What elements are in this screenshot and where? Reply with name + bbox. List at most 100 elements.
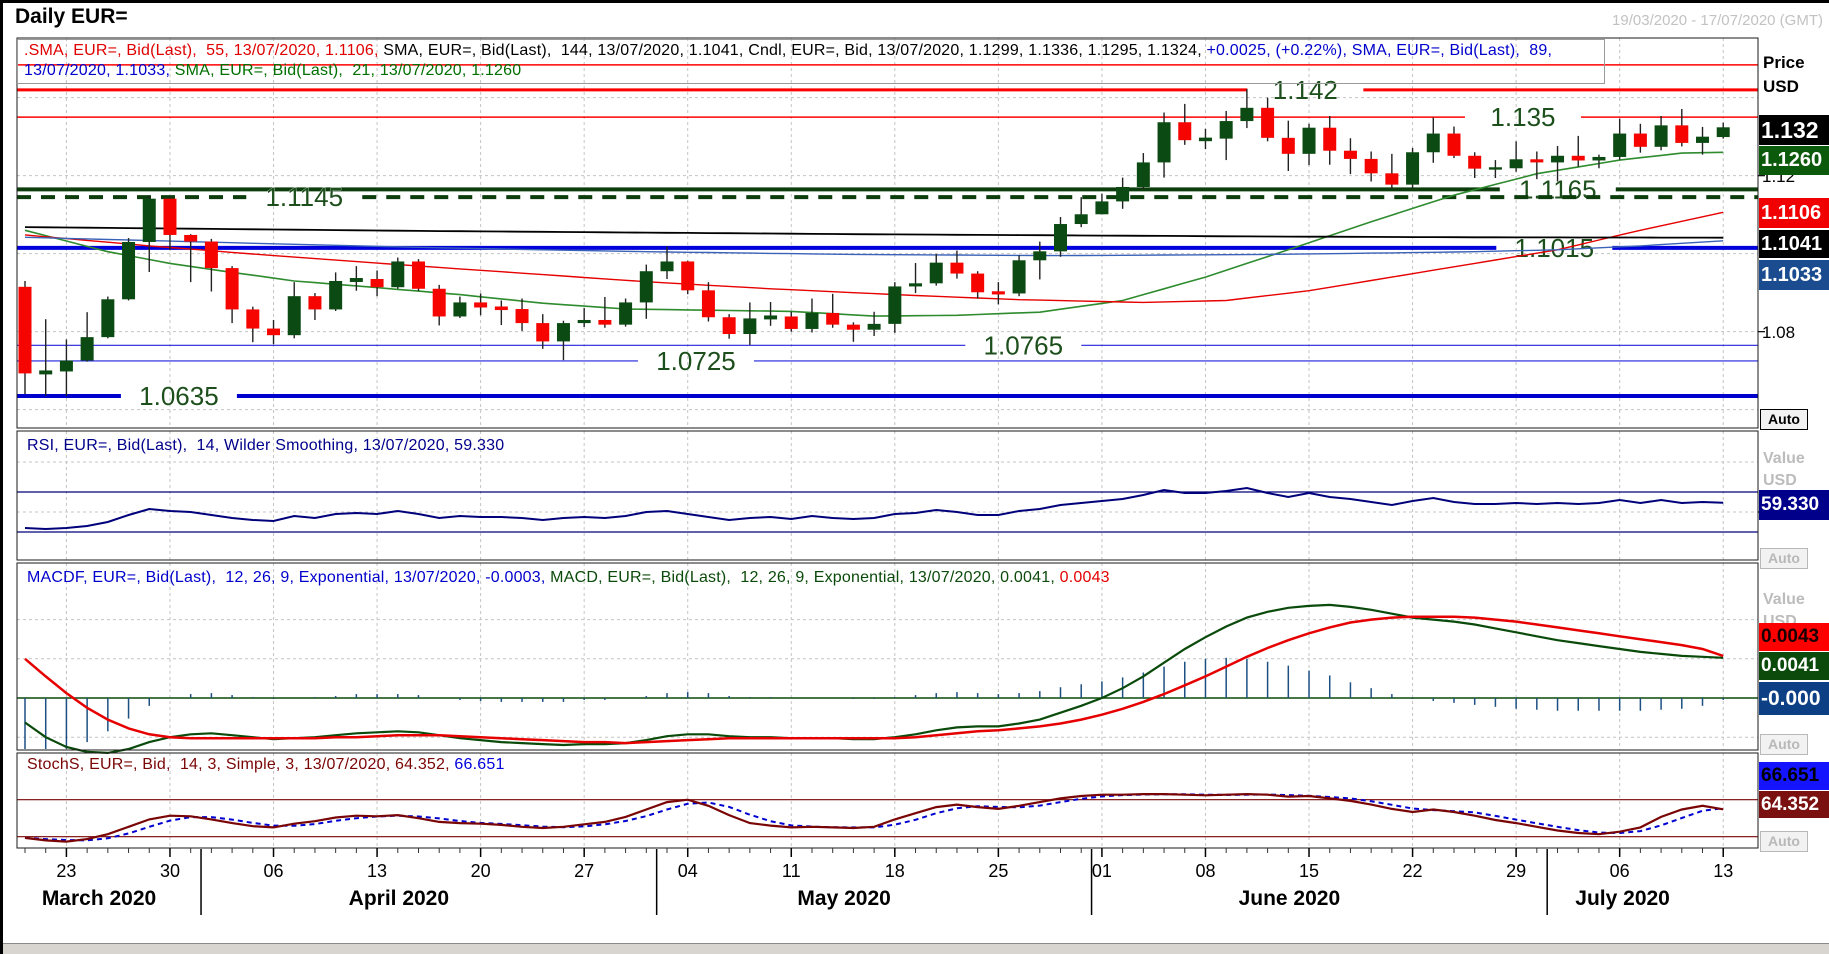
week-tick-label: 06 [1610, 861, 1630, 882]
candle [930, 263, 943, 284]
annotation-label-1.135: 1.135 [1490, 102, 1555, 132]
price-legend-r1-seg-0: .SMA, EUR=, Bid(Last), 55, 13/07/2020, 1… [24, 42, 383, 59]
candle [640, 271, 653, 302]
chart-canvas[interactable]: 1.1421.1351.11651.11451.10151.07651.0725… [3, 3, 1829, 954]
candle [1282, 138, 1295, 154]
week-tick-label: 30 [160, 861, 180, 882]
candle [1137, 162, 1150, 187]
macd-value-box-0.0043: 0.0043 [1759, 623, 1829, 651]
rsi-legend: RSI, EUR=, Bid(Last), 14, Wilder Smoothi… [27, 437, 504, 455]
month-label-may: May 2020 [797, 887, 890, 911]
auto-scale-button-rsi[interactable]: Auto [1760, 548, 1808, 569]
week-tick-label: 08 [1195, 861, 1215, 882]
candle [267, 329, 280, 336]
candle [661, 261, 674, 271]
candle [1116, 187, 1129, 201]
candle [60, 361, 73, 372]
candle [1572, 156, 1585, 161]
candle [1427, 134, 1440, 153]
week-tick-label: 29 [1506, 861, 1526, 882]
week-tick-label: 04 [678, 861, 698, 882]
sma-line-sma-55 [25, 212, 1723, 302]
candle [1344, 151, 1357, 159]
candle [1054, 224, 1067, 251]
candle [536, 323, 549, 341]
price-tick-1.08: 1.08 [1762, 323, 1795, 343]
candle [1240, 108, 1253, 121]
candle [143, 199, 156, 242]
candle [1199, 138, 1212, 142]
stoch-legend-segment-0: StochS, EUR=, Bid, 14, 3, Simple, 3, 13/… [27, 756, 454, 773]
candle [826, 313, 839, 325]
candle [371, 279, 384, 287]
candle [1406, 152, 1419, 184]
price-legend-r1-seg-1: SMA, EUR=, Bid(Last), 144, 13/07/2020, 1… [383, 42, 1206, 59]
macd-legend-segment-1: MACD, EUR=, Bid(Last), 12, 26, 9, Expone… [550, 569, 1059, 586]
stoch-value-box-66.651: 66.651 [1759, 762, 1829, 790]
candlestick-series [19, 89, 1730, 396]
candle [1530, 159, 1543, 162]
candle [1158, 122, 1171, 162]
rsi-value-box-59.330: 59.330 [1759, 490, 1829, 520]
auto-scale-button-stoch[interactable]: Auto [1760, 831, 1808, 852]
price-axis-unit: USD [1763, 77, 1799, 97]
candle [1261, 108, 1274, 138]
candle [723, 317, 736, 334]
candle [1696, 137, 1709, 143]
candle [1075, 214, 1088, 224]
candle [516, 309, 529, 323]
candle [1178, 122, 1191, 140]
candle [433, 289, 446, 317]
auto-scale-button-price[interactable]: Auto [1760, 409, 1808, 430]
candle [288, 296, 301, 335]
candle [184, 235, 197, 242]
candle [578, 320, 591, 323]
candle [764, 315, 777, 319]
candle [495, 306, 508, 310]
candle [81, 337, 94, 360]
week-tick-label: 06 [264, 861, 284, 882]
price-legend-row2: 13/07/2020, 1.1033, SMA, EUR=, Bid(Last)… [24, 62, 521, 80]
week-tick-label: 23 [56, 861, 76, 882]
candle [971, 274, 984, 293]
auto-scale-button-macd[interactable]: Auto [1760, 734, 1808, 755]
candle [122, 242, 135, 299]
candle [246, 309, 259, 328]
candle [1551, 156, 1564, 163]
candle [847, 325, 860, 330]
candle [1592, 157, 1605, 161]
annotation-label-1.0725: 1.0725 [656, 346, 736, 376]
candle [308, 296, 321, 309]
rsi-axis-header: Value [1763, 450, 1805, 468]
candle [39, 370, 52, 374]
candle [226, 268, 239, 309]
pane-border [17, 563, 1758, 750]
month-label-june: June 2020 [1239, 887, 1341, 911]
candle [329, 281, 342, 309]
macd-axis-header: Value [1763, 591, 1805, 609]
candle [702, 290, 715, 317]
month-label-march: March 2020 [42, 887, 156, 911]
price-legend-r1-seg-2: +0.0025, (+0.22%), SMA, EUR=, Bid(Last),… [1207, 42, 1553, 59]
price-value-box-1.1106: 1.1106 [1759, 198, 1829, 228]
candle [785, 316, 798, 328]
date-range-label: 19/03/2020 - 17/07/2020 (GMT) [1612, 12, 1823, 29]
rsi-axis-unit: USD [1763, 472, 1797, 490]
week-tick-label: 20 [471, 861, 491, 882]
macd-value-box-0.0041: 0.0041 [1759, 652, 1829, 680]
annotation-label-1.1145: 1.1145 [265, 182, 343, 212]
candle [163, 199, 176, 235]
candle [1510, 159, 1523, 168]
candle [681, 261, 694, 290]
macd-legend: MACDF, EUR=, Bid(Last), 12, 26, 9, Expon… [27, 569, 1110, 587]
bottom-scroll-strip[interactable] [3, 943, 1829, 954]
week-tick-label: 15 [1299, 861, 1319, 882]
candle [992, 291, 1005, 294]
candle [1365, 159, 1378, 173]
week-tick-label: 13 [1713, 861, 1733, 882]
candle [391, 261, 404, 287]
candle [1033, 251, 1046, 260]
sma-line-sma-144 [25, 227, 1723, 238]
candle [1323, 128, 1336, 151]
price-value-box-1.1033: 1.1033 [1759, 260, 1829, 290]
